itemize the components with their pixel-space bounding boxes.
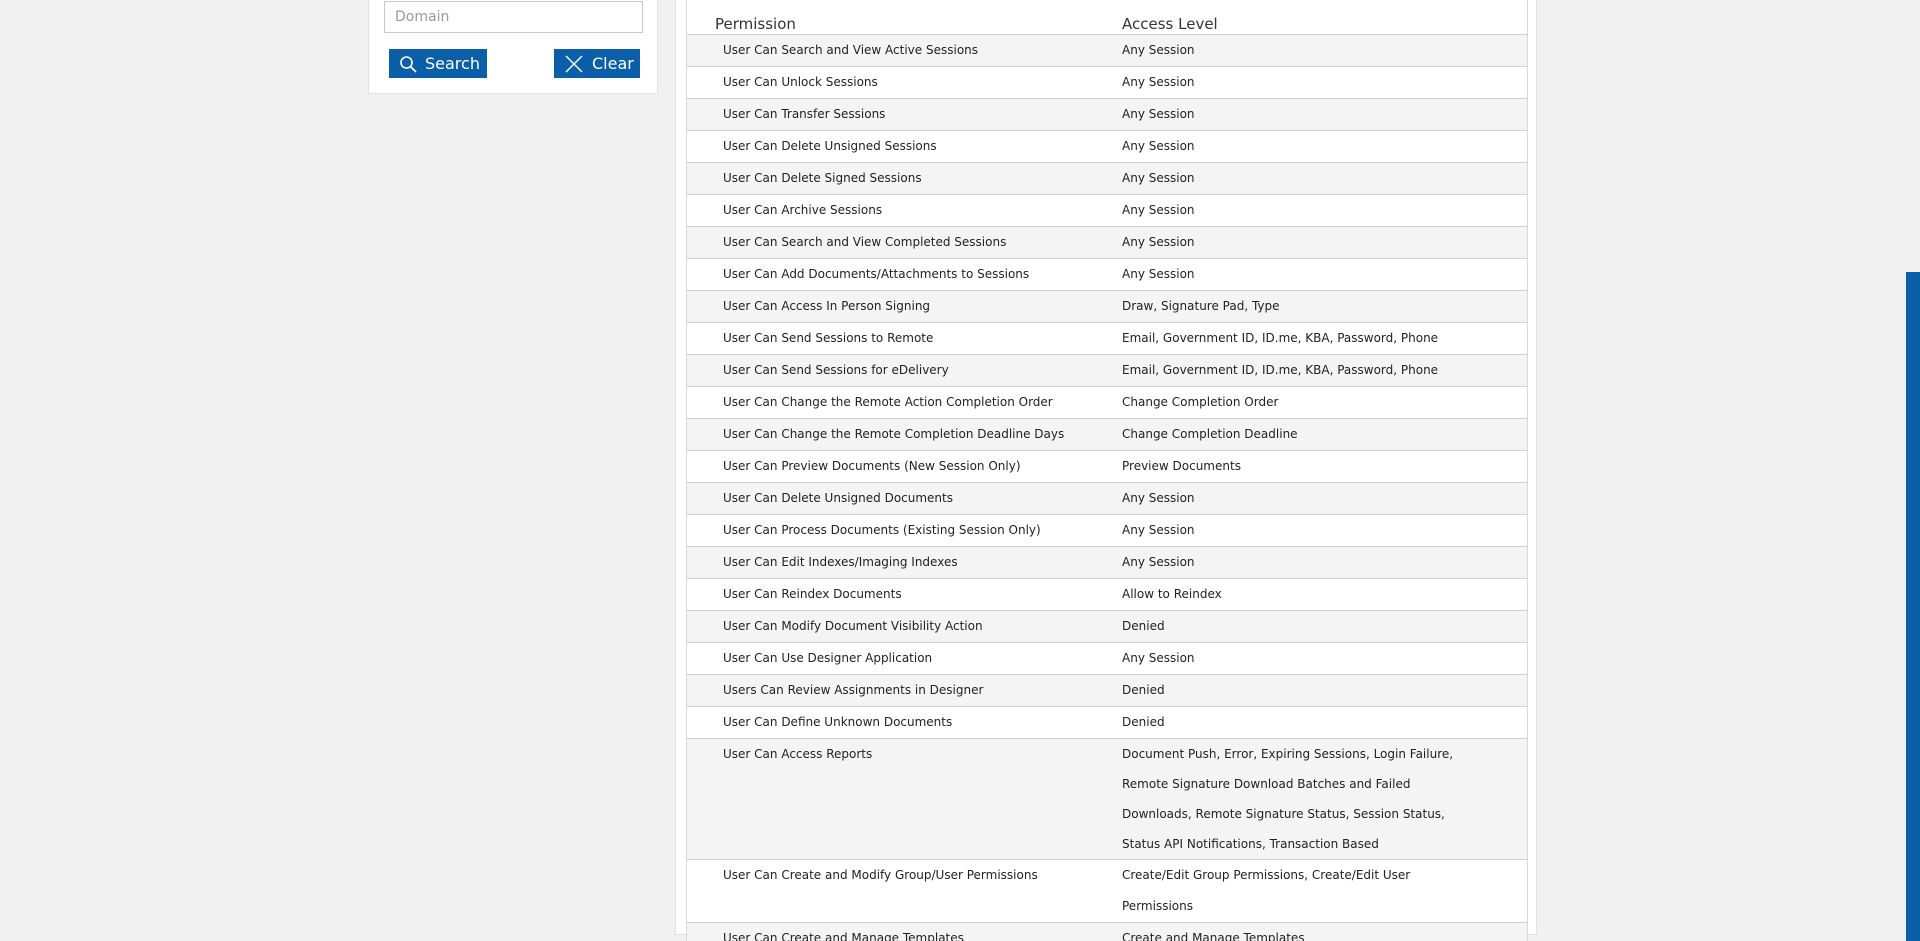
- permission-cell: User Can Search and View Active Sessions: [723, 43, 979, 57]
- access-level-cell: Any Session: [1122, 267, 1195, 281]
- table-row: Users Can Review Assignments in Designer…: [687, 675, 1527, 707]
- permission-cell: User Can Create and Manage Templates: [723, 931, 964, 941]
- table-row: User Can Modify Document Visibility Acti…: [687, 611, 1527, 643]
- access-level-cell: Any Session: [1122, 651, 1195, 665]
- table-row: User Can Search and View Completed Sessi…: [687, 227, 1527, 259]
- permission-cell: User Can Preview Documents (New Session …: [723, 459, 1021, 473]
- close-icon: [565, 54, 583, 73]
- table-row: User Can Send Sessions to Remote Email, …: [687, 323, 1527, 355]
- clear-button-label: Clear: [592, 54, 634, 73]
- access-level-cell: Preview Documents: [1122, 459, 1241, 473]
- access-level-cell: Create/Edit Group Permissions, Create/Ed…: [1122, 868, 1411, 913]
- table-row: User Can Change the Remote Action Comple…: [687, 387, 1527, 419]
- table-row: User Can Send Sessions for eDelivery Ema…: [687, 355, 1527, 387]
- permission-cell: User Can Unlock Sessions: [723, 75, 878, 89]
- access-level-cell: Any Session: [1122, 203, 1195, 217]
- table-row: User Can Delete Signed Sessions Any Sess…: [687, 163, 1527, 195]
- access-level-cell: Change Completion Order: [1122, 395, 1279, 409]
- access-level-cell: Any Session: [1122, 555, 1195, 569]
- access-level-cell: Any Session: [1122, 491, 1195, 505]
- scrollbar-thumb[interactable]: [1906, 272, 1920, 941]
- permission-cell: User Can Send Sessions to Remote: [723, 331, 934, 345]
- access-level-cell: Change Completion Deadline: [1122, 427, 1298, 441]
- table-row: User Can Search and View Active Sessions…: [687, 35, 1527, 67]
- domain-input[interactable]: [384, 1, 643, 33]
- table-row: User Can Archive Sessions Any Session: [687, 195, 1527, 227]
- permission-cell: User Can Add Documents/Attachments to Se…: [723, 267, 1030, 281]
- access-level-cell: Draw, Signature Pad, Type: [1122, 299, 1280, 313]
- permission-cell: User Can Access In Person Signing: [723, 299, 931, 313]
- table-row: User Can Preview Documents (New Session …: [687, 451, 1527, 483]
- access-level-cell: Create and Manage Templates: [1122, 931, 1305, 941]
- filter-panel: Search Clear: [368, 0, 658, 94]
- permission-cell: User Can Delete Unsigned Documents: [723, 491, 953, 505]
- permission-cell: User Can Modify Document Visibility Acti…: [723, 619, 983, 633]
- access-level-cell: Any Session: [1122, 171, 1195, 185]
- permission-cell: User Can Transfer Sessions: [723, 107, 886, 121]
- search-icon: [400, 55, 417, 72]
- table-row: User Can Define Unknown Documents Denied: [687, 707, 1527, 739]
- permission-cell: User Can Archive Sessions: [723, 203, 883, 217]
- permission-cell: User Can Create and Modify Group/User Pe…: [723, 868, 1038, 882]
- table-row: User Can Delete Unsigned Sessions Any Se…: [687, 131, 1527, 163]
- permission-cell: User Can Use Designer Application: [723, 651, 933, 665]
- access-level-cell: Any Session: [1122, 235, 1195, 249]
- access-level-cell: Email, Government ID, ID.me, KBA, Passwo…: [1122, 331, 1439, 345]
- table-row: User Can Access In Person Signing Draw, …: [687, 291, 1527, 323]
- permission-cell: User Can Process Documents (Existing Ses…: [723, 523, 1041, 537]
- clear-button[interactable]: Clear: [554, 49, 640, 78]
- table-row: User Can Add Documents/Attachments to Se…: [687, 259, 1527, 291]
- table-row: User Can Change the Remote Completion De…: [687, 419, 1527, 451]
- table-row: User Can Delete Unsigned Documents Any S…: [687, 483, 1527, 515]
- access-level-cell: Any Session: [1122, 139, 1195, 153]
- access-level-cell: Any Session: [1122, 75, 1195, 89]
- permission-cell: User Can Delete Unsigned Sessions: [723, 139, 937, 153]
- table-row: User Can Edit Indexes/Imaging Indexes An…: [687, 547, 1527, 579]
- permission-cell: User Can Reindex Documents: [723, 587, 902, 601]
- search-button[interactable]: Search: [389, 49, 487, 78]
- permission-cell: User Can Edit Indexes/Imaging Indexes: [723, 555, 958, 569]
- table-row: User Can Access Reports Document Push, E…: [687, 739, 1527, 860]
- access-level-cell: Any Session: [1122, 523, 1195, 537]
- table-row: User Can Reindex Documents Allow to Rein…: [687, 579, 1527, 611]
- column-header-permission: Permission: [715, 15, 796, 33]
- table-row: User Can Process Documents (Existing Ses…: [687, 515, 1527, 547]
- access-level-cell: Denied: [1122, 715, 1165, 729]
- permissions-panel: Permission Access Level User Can Search …: [675, 0, 1537, 941]
- access-level-cell: Any Session: [1122, 43, 1195, 57]
- permission-cell: User Can Delete Signed Sessions: [723, 171, 922, 185]
- permissions-table: Permission Access Level User Can Search …: [686, 0, 1528, 941]
- table-row: User Can Create and Manage Templates Cre…: [687, 923, 1527, 941]
- access-level-cell: Any Session: [1122, 107, 1195, 121]
- permission-cell: User Can Access Reports: [723, 747, 873, 761]
- access-level-cell: Denied: [1122, 619, 1165, 633]
- table-row: User Can Use Designer Application Any Se…: [687, 643, 1527, 675]
- permission-cell: Users Can Review Assignments in Designer: [723, 683, 984, 697]
- table-row: User Can Transfer Sessions Any Session: [687, 99, 1527, 131]
- column-header-access-level: Access Level: [1122, 15, 1218, 33]
- permission-cell: User Can Define Unknown Documents: [723, 715, 953, 729]
- access-level-cell: Allow to Reindex: [1122, 587, 1222, 601]
- search-button-label: Search: [425, 54, 480, 73]
- permission-cell: User Can Search and View Completed Sessi…: [723, 235, 1007, 249]
- permission-cell: User Can Send Sessions for eDelivery: [723, 363, 949, 377]
- access-level-cell: Document Push, Error, Expiring Sessions,…: [1122, 747, 1454, 851]
- table-row: User Can Create and Modify Group/User Pe…: [687, 860, 1527, 923]
- page: Search Clear Permission Access Level Use…: [0, 0, 1920, 941]
- permission-cell: User Can Change the Remote Completion De…: [723, 427, 1065, 441]
- table-header: Permission Access Level: [687, 0, 1527, 35]
- table-row: User Can Unlock Sessions Any Session: [687, 67, 1527, 99]
- access-level-cell: Email, Government ID, ID.me, KBA, Passwo…: [1122, 363, 1439, 377]
- permission-cell: User Can Change the Remote Action Comple…: [723, 395, 1053, 409]
- access-level-cell: Denied: [1122, 683, 1165, 697]
